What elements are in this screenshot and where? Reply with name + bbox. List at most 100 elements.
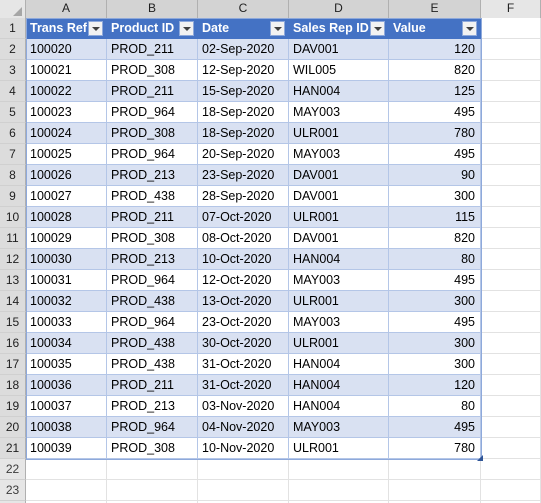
row-header-4[interactable]: 4 [0, 81, 26, 102]
filter-dropdown-icon[interactable] [462, 21, 477, 36]
cell-f7[interactable] [481, 144, 541, 165]
cell-e16[interactable]: 300 [389, 333, 481, 354]
cell-d4[interactable]: HAN004 [289, 81, 389, 102]
cell-a13[interactable]: 100031 [26, 270, 107, 291]
cell-e2[interactable]: 120 [389, 39, 481, 60]
cell-a12[interactable]: 100030 [26, 249, 107, 270]
cell-c23[interactable] [198, 480, 289, 501]
cell-e6[interactable]: 780 [389, 123, 481, 144]
cell-f6[interactable] [481, 123, 541, 144]
cell-b7[interactable]: PROD_964 [107, 144, 198, 165]
cell-f13[interactable] [481, 270, 541, 291]
cell-e7[interactable]: 495 [389, 144, 481, 165]
cell-b12[interactable]: PROD_213 [107, 249, 198, 270]
cell-f21[interactable] [481, 438, 541, 459]
cell-d5[interactable]: MAY003 [289, 102, 389, 123]
cell-f12[interactable] [481, 249, 541, 270]
cell-f23[interactable] [481, 480, 541, 501]
cell-b10[interactable]: PROD_211 [107, 207, 198, 228]
row-header-15[interactable]: 15 [0, 312, 26, 333]
cell-b15[interactable]: PROD_964 [107, 312, 198, 333]
cell-c16[interactable]: 30-Oct-2020 [198, 333, 289, 354]
cell-c11[interactable]: 08-Oct-2020 [198, 228, 289, 249]
cell-e18[interactable]: 120 [389, 375, 481, 396]
row-header-22[interactable]: 22 [0, 459, 26, 480]
cell-f8[interactable] [481, 165, 541, 186]
cell-c6[interactable]: 18-Sep-2020 [198, 123, 289, 144]
cell-a19[interactable]: 100037 [26, 396, 107, 417]
cell-d23[interactable] [289, 480, 389, 501]
row-header-7[interactable]: 7 [0, 144, 26, 165]
column-header-a[interactable]: A [26, 0, 107, 18]
cell-a3[interactable]: 100021 [26, 60, 107, 81]
cell-d11[interactable]: DAV001 [289, 228, 389, 249]
spreadsheet-grid[interactable]: ABCDEF 1 Trans Ref Product ID Date Sales Rep… [0, 0, 541, 503]
row-header-3[interactable]: 3 [0, 60, 26, 81]
cell-d13[interactable]: MAY003 [289, 270, 389, 291]
cell-f11[interactable] [481, 228, 541, 249]
cell-f19[interactable] [481, 396, 541, 417]
cell-c17[interactable]: 31-Oct-2020 [198, 354, 289, 375]
row-header-2[interactable]: 2 [0, 39, 26, 60]
cell-e4[interactable]: 125 [389, 81, 481, 102]
cell-a11[interactable]: 100029 [26, 228, 107, 249]
cell-a2[interactable]: 100020 [26, 39, 107, 60]
cell-f5[interactable] [481, 102, 541, 123]
cell-e8[interactable]: 90 [389, 165, 481, 186]
cell-b14[interactable]: PROD_438 [107, 291, 198, 312]
cell-e21[interactable]: 780 [389, 438, 481, 459]
cell-e13[interactable]: 495 [389, 270, 481, 291]
cell-a22[interactable] [26, 459, 107, 480]
cell-c4[interactable]: 15-Sep-2020 [198, 81, 289, 102]
row-header-20[interactable]: 20 [0, 417, 26, 438]
cell-d3[interactable]: WIL005 [289, 60, 389, 81]
cell-d22[interactable] [289, 459, 389, 480]
cell-b9[interactable]: PROD_438 [107, 186, 198, 207]
cell-b5[interactable]: PROD_964 [107, 102, 198, 123]
cell-d18[interactable]: HAN004 [289, 375, 389, 396]
cell-f3[interactable] [481, 60, 541, 81]
row-header-21[interactable]: 21 [0, 438, 26, 459]
column-header-f[interactable]: F [481, 0, 541, 18]
cell-d14[interactable]: ULR001 [289, 291, 389, 312]
cell-c9[interactable]: 28-Sep-2020 [198, 186, 289, 207]
filter-dropdown-icon[interactable] [370, 21, 385, 36]
cell-a5[interactable]: 100023 [26, 102, 107, 123]
cell-b11[interactable]: PROD_308 [107, 228, 198, 249]
cell-b2[interactable]: PROD_211 [107, 39, 198, 60]
cell-e14[interactable]: 300 [389, 291, 481, 312]
cell-f14[interactable] [481, 291, 541, 312]
cell-d21[interactable]: ULR001 [289, 438, 389, 459]
cell-f2[interactable] [481, 39, 541, 60]
cell-e22[interactable] [389, 459, 481, 480]
cell-e23[interactable] [389, 480, 481, 501]
cell-c20[interactable]: 04-Nov-2020 [198, 417, 289, 438]
row-header-19[interactable]: 19 [0, 396, 26, 417]
row-header-16[interactable]: 16 [0, 333, 26, 354]
cell-c22[interactable] [198, 459, 289, 480]
cell-b6[interactable]: PROD_308 [107, 123, 198, 144]
cell-a4[interactable]: 100022 [26, 81, 107, 102]
row-header-17[interactable]: 17 [0, 354, 26, 375]
cell-c12[interactable]: 10-Oct-2020 [198, 249, 289, 270]
cell-d2[interactable]: DAV001 [289, 39, 389, 60]
cell-f17[interactable] [481, 354, 541, 375]
cell-b4[interactable]: PROD_211 [107, 81, 198, 102]
cell-a10[interactable]: 100028 [26, 207, 107, 228]
cell-c15[interactable]: 23-Oct-2020 [198, 312, 289, 333]
cell-a14[interactable]: 100032 [26, 291, 107, 312]
cell-f16[interactable] [481, 333, 541, 354]
cell-e5[interactable]: 495 [389, 102, 481, 123]
cell-e12[interactable]: 80 [389, 249, 481, 270]
cell-a18[interactable]: 100036 [26, 375, 107, 396]
cell-f20[interactable] [481, 417, 541, 438]
cell-f1[interactable] [481, 18, 541, 39]
cell-d15[interactable]: MAY003 [289, 312, 389, 333]
cell-d10[interactable]: ULR001 [289, 207, 389, 228]
cell-c19[interactable]: 03-Nov-2020 [198, 396, 289, 417]
cell-f22[interactable] [481, 459, 541, 480]
cell-c8[interactable]: 23-Sep-2020 [198, 165, 289, 186]
cell-b17[interactable]: PROD_438 [107, 354, 198, 375]
cell-a7[interactable]: 100025 [26, 144, 107, 165]
cell-c10[interactable]: 07-Oct-2020 [198, 207, 289, 228]
